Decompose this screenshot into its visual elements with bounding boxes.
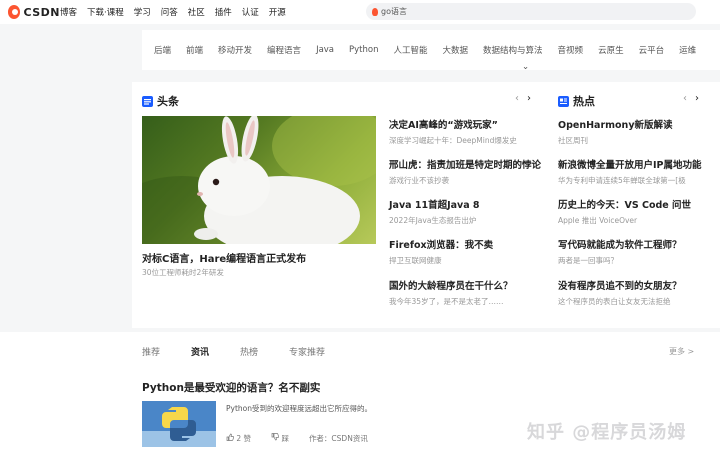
headline-item[interactable]: Java 11首超Java 8 2022年Java生态报告出炉: [389, 197, 480, 226]
headline-item[interactable]: Firefox浏览器：我不卖 捍卫互联网健康: [389, 237, 493, 266]
chevron-left-icon[interactable]: ‹: [683, 93, 687, 104]
hot-title-text: 历史上的今天：VS Code 问世: [558, 200, 692, 211]
category-bar: 后端 前端 移动开发 编程语言 Java Python 人工智能 大数据 数据结…: [142, 30, 720, 72]
csdn-logo-icon: [8, 5, 21, 19]
hot-title: 热点: [573, 95, 595, 108]
python-logo-image: [142, 401, 216, 447]
top-nav: 博客 下载·课程 学习 问答 社区 插件 认证 开源: [60, 6, 296, 18]
headline-title: Java 11首超Java 8: [389, 200, 480, 211]
flame-icon: [372, 7, 378, 16]
hot-header: 热点: [558, 93, 595, 109]
headline-item[interactable]: 决定AI高峰的“游戏玩家” 深度学习崛起十年：DeepMind爆发史: [389, 117, 517, 146]
nav-plugin[interactable]: 插件: [215, 6, 232, 18]
tab-recommend[interactable]: 推荐: [142, 345, 160, 358]
headline-item[interactable]: 国外的大龄程序员在干什么？ 我今年35岁了，是不是太老了……: [389, 278, 513, 307]
article-description: Python受到的欢迎程度远超出它所应得的。: [226, 404, 372, 413]
tab-expert[interactable]: 专家推荐: [289, 345, 325, 358]
headline-arrows: ‹ ›: [515, 93, 531, 104]
hero-caption[interactable]: 对标C语言，Hare编程语言正式发布: [142, 250, 306, 265]
category-item[interactable]: Java: [316, 45, 334, 55]
headlines-header: 头条: [142, 93, 179, 109]
chevron-down-icon[interactable]: ⌄: [522, 62, 529, 72]
category-item[interactable]: 大数据: [443, 44, 469, 56]
rabbit-image: [142, 116, 376, 244]
nav-ask[interactable]: 问答: [161, 6, 178, 18]
chevron-right-icon[interactable]: ›: [695, 93, 699, 104]
hot-title-text: 没有程序员追不到的女朋友？: [558, 281, 682, 292]
like-button[interactable]: 2 赞: [226, 433, 261, 444]
category-item[interactable]: 人工智能: [394, 44, 428, 56]
hero-image[interactable]: [142, 116, 376, 244]
top-bar: CSDN 博客 下载·课程 学习 问答 社区 插件 认证 开源 go语言: [0, 0, 720, 24]
category-item[interactable]: 移动开发: [218, 44, 252, 56]
hot-sub: 这个程序员的表白让女友无法拒绝: [558, 297, 671, 306]
article-meta: 2 赞 踩 作者：CSDN资讯: [226, 433, 378, 444]
hot-item[interactable]: 没有程序员追不到的女朋友？ 这个程序员的表白让女友无法拒绝: [558, 278, 682, 307]
dislike-label: 踩: [281, 434, 289, 443]
category-item[interactable]: 后端: [154, 44, 171, 56]
headline-title: 邢山虎：指责加班是特定时期的悖论: [389, 160, 542, 171]
thumbs-up-icon: [226, 433, 235, 441]
headline-sub: 2022年Java生态报告出炉: [389, 216, 477, 225]
hot-icon: [558, 95, 569, 107]
headline-sub: 我今年35岁了，是不是太老了……: [389, 297, 504, 306]
nav-learn[interactable]: 学习: [134, 6, 151, 18]
headline-sub: 游戏行业不该抄袭: [389, 176, 449, 185]
nav-download[interactable]: 下载·课程: [87, 6, 124, 18]
headline-item[interactable]: 邢山虎：指责加班是特定时期的悖论 游戏行业不该抄袭: [389, 157, 541, 186]
hot-sub: 两者是一回事吗？: [558, 256, 618, 265]
category-item[interactable]: Python: [349, 45, 378, 55]
dislike-button[interactable]: 踩: [271, 433, 299, 444]
headline-title: 决定AI高峰的“游戏玩家”: [389, 120, 498, 131]
article-title[interactable]: Python是最受欢迎的语言？名不副实: [142, 380, 320, 395]
search-input[interactable]: go语言: [366, 3, 696, 20]
headline-title: 国外的大龄程序员在干什么？: [389, 281, 513, 292]
hot-arrows: ‹ ›: [683, 93, 699, 104]
like-count: 2 赞: [236, 434, 252, 443]
hot-sub: 社区周刊: [558, 136, 588, 145]
category-item[interactable]: 云平台: [639, 44, 665, 56]
logo-text: CSDN: [23, 5, 60, 19]
hot-title-text: OpenHarmony新版解读: [558, 120, 673, 131]
hero-subtitle: 30位工程师耗时2年研发: [142, 268, 224, 277]
tab-news[interactable]: 资讯: [191, 345, 209, 358]
hot-title-text: 写代码就能成为软件工程师？: [558, 240, 682, 251]
nav-community[interactable]: 社区: [188, 6, 205, 18]
hot-item[interactable]: OpenHarmony新版解读 社区周刊: [558, 117, 673, 146]
nav-blog[interactable]: 博客: [60, 6, 77, 18]
headlines-title: 头条: [157, 95, 179, 108]
search-text: go语言: [381, 7, 407, 16]
headline-sub: 深度学习崛起十年：DeepMind爆发史: [389, 136, 517, 145]
headline-title: Firefox浏览器：我不卖: [389, 240, 494, 251]
headline-sub: 捍卫互联网健康: [389, 256, 442, 265]
article-author[interactable]: 作者：CSDN资讯: [309, 433, 368, 444]
tab-hot-list[interactable]: 热榜: [240, 345, 258, 358]
hot-title-text: 新浪微博全量开放用户IP属地功能: [558, 160, 702, 171]
category-item[interactable]: 前端: [186, 44, 203, 56]
zhihu-watermark: 知乎 @程序员汤姆: [527, 422, 687, 443]
category-item[interactable]: 数据结构与算法: [483, 44, 543, 56]
article-thumbnail[interactable]: [142, 401, 216, 447]
category-item[interactable]: 运维: [679, 44, 696, 56]
hot-item[interactable]: 历史上的今天：VS Code 问世 Apple 推出 VoiceOver: [558, 197, 691, 226]
headline-icon: [142, 95, 153, 107]
hot-sub: 华为专利申请连续5年蝉联全球第一[极: [558, 176, 686, 185]
chevron-right-icon[interactable]: ›: [527, 93, 531, 104]
nav-cert[interactable]: 认证: [242, 6, 259, 18]
category-item[interactable]: 云原生: [598, 44, 624, 56]
hot-item[interactable]: 新浪微博全量开放用户IP属地功能 华为专利申请连续5年蝉联全球第一[极: [558, 157, 702, 186]
more-link[interactable]: 更多 >: [669, 346, 694, 357]
category-item[interactable]: 音视频: [558, 44, 584, 56]
category-item[interactable]: 编程语言: [267, 44, 301, 56]
thumbs-down-icon: [271, 433, 280, 441]
csdn-logo[interactable]: CSDN: [8, 5, 60, 19]
nav-opensource[interactable]: 开源: [269, 6, 286, 18]
chevron-left-icon[interactable]: ‹: [515, 93, 519, 104]
hot-sub: Apple 推出 VoiceOver: [558, 216, 638, 225]
hot-item[interactable]: 写代码就能成为软件工程师？ 两者是一回事吗？: [558, 237, 682, 266]
feed-tabs: 推荐 资讯 热榜 专家推荐: [142, 345, 356, 358]
